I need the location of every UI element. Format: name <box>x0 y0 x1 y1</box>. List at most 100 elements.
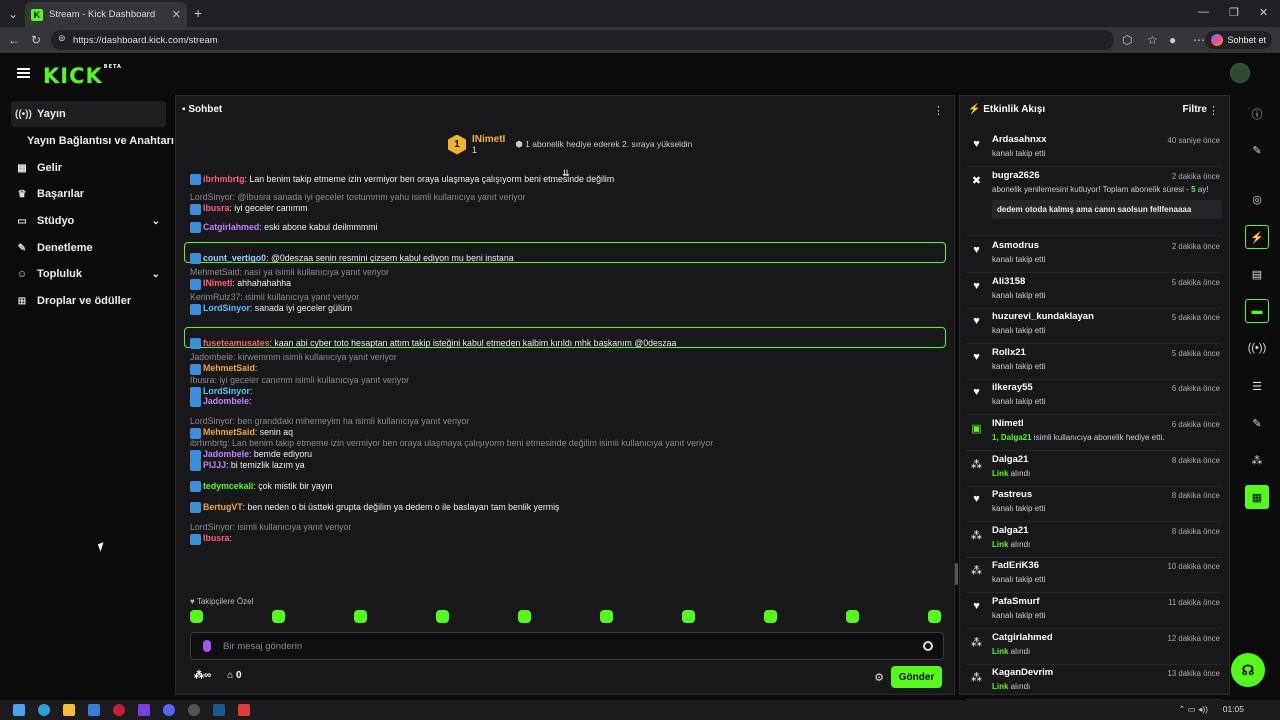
chat-username[interactable]: tedymcekali <box>203 481 253 491</box>
activity-item[interactable]: ⁂ Dalga21 8 dakika önce Link alındı <box>966 454 1222 487</box>
reply-context[interactable]: Jadombele: kirwemmm isimli kullanıcıya y… <box>190 352 397 362</box>
emoji-icon[interactable] <box>923 641 933 651</box>
opera-icon[interactable] <box>113 704 125 716</box>
info-icon[interactable]: ⓘ <box>1245 102 1269 126</box>
layout-icon[interactable]: ☰ <box>1245 374 1269 398</box>
maximize-icon[interactable]: ❐ <box>1229 6 1239 19</box>
emote-icon[interactable] <box>354 610 367 623</box>
tab-list-icon[interactable]: ⌄ <box>8 7 18 21</box>
activity-item[interactable]: ⁂ KaganDevrim 13 dakika önce Link alındı <box>966 667 1222 700</box>
chat-username[interactable]: Ibusra <box>203 533 229 543</box>
clapper-icon[interactable]: ▦ <box>1245 485 1269 509</box>
chat-username[interactable]: Jadombele <box>203 396 249 406</box>
pinned-username[interactable]: INimetI <box>472 134 505 145</box>
send-button[interactable]: Gönder <box>891 666 942 688</box>
reply-context[interactable]: LordSinyor: ben granddaki mihemeyim ha i… <box>190 416 469 426</box>
reply-context[interactable]: KerimRulz37: isimli kullanıcıya yanıt ve… <box>190 292 359 302</box>
chat-username[interactable]: LordSinyor <box>203 386 250 396</box>
activity-item[interactable]: ✖ bugra2626 2 dakika önce abonelik yenileme… <box>966 170 1222 236</box>
file-explorer-icon[interactable] <box>63 704 75 716</box>
activity-item[interactable]: ⁂ FadEriK36 10 dakika önce kanalı takip ett… <box>966 560 1222 593</box>
chat-username[interactable]: MehmetSaid <box>203 427 255 437</box>
activity-item[interactable]: ▣ INimetI 6 dakika önce 1, Dalga21 isimli k… <box>966 418 1222 451</box>
url-field[interactable]: ⊜ https://dashboard.kick.com/stream <box>51 30 1114 50</box>
emote-icon[interactable] <box>272 610 285 623</box>
chevron-down-icon[interactable]: ⌄ <box>152 269 160 280</box>
browser-tab[interactable]: K Stream - Kick Dashboard ✕ <box>25 2 187 27</box>
camera-icon[interactable]: ◎ <box>1245 187 1269 211</box>
chevron-down-icon[interactable]: ⌄ <box>152 216 160 227</box>
reply-context[interactable]: MehmetSaid: nası ya isimli kullanıcıya y… <box>190 267 389 277</box>
activity-item[interactable]: ♥ ilkeray55 6 dakika önce kanalı takip etti <box>966 382 1222 415</box>
filter-button[interactable]: Filtre <box>1183 104 1207 115</box>
chat-username[interactable]: MehmetSaid <box>203 363 255 373</box>
points-display[interactable]: ⌂ 0 <box>227 670 241 681</box>
chat-username[interactable]: Jadombele <box>203 449 249 459</box>
favorites-icon[interactable]: ☆ <box>1147 33 1158 47</box>
chat-username[interactable]: fuseteamusates <box>203 338 270 348</box>
sidebar-item-denetleme[interactable]: ✎ Denetleme <box>11 235 166 261</box>
moderation-icon[interactable]: ✎ <box>1245 411 1269 435</box>
emote-icon[interactable] <box>846 610 859 623</box>
emote-icon[interactable] <box>436 610 449 623</box>
extensions-icon[interactable]: ⬡ <box>1122 33 1132 47</box>
emote-icon[interactable] <box>600 610 613 623</box>
sidebar-item-basarilar[interactable]: ♛ Başarılar <box>11 181 166 207</box>
chat-username[interactable]: count_vertigo0 <box>203 253 266 263</box>
close-tab-icon[interactable]: ✕ <box>172 8 181 21</box>
system-tray-icon[interactable]: ⌃ ▭ ◂)) <box>1178 704 1208 715</box>
chat-username[interactable]: ibrhmbrtg <box>203 174 245 184</box>
emote-icon[interactable] <box>518 610 531 623</box>
activity-item[interactable]: ♥ Rollx21 5 dakika önce kanalı takip etti <box>966 347 1222 380</box>
chat-input[interactable]: Bir mesaj gönderin <box>190 632 944 660</box>
activity-item[interactable]: ⁂ Dalga21 8 dakika önce Link alındı <box>966 525 1222 558</box>
chat-username[interactable]: Catgirlahmed <box>203 222 259 232</box>
sidebar-item-topluluk[interactable]: ☺ Topluluk ⌄ <box>11 261 166 287</box>
app-icon[interactable] <box>238 704 250 716</box>
chat-username[interactable]: Ibusra <box>203 203 229 213</box>
broadcast-toggle-icon[interactable]: ((•)) <box>1245 336 1269 360</box>
new-tab-icon[interactable]: + <box>194 5 202 21</box>
copilot-button[interactable]: Sohbet et <box>1205 31 1272 49</box>
edit-icon[interactable]: ✎ <box>1245 138 1269 162</box>
activity-item[interactable]: ♥ Asmodrus 2 dakika önce kanalı takip etti <box>966 240 1222 273</box>
chat-menu-icon[interactable]: ⋮ <box>933 104 944 117</box>
reply-context[interactable]: LordSinyor: isimli kullanıcıya yanıt ver… <box>190 522 351 532</box>
sidebar-item-gelir[interactable]: ▦ Gelir <box>11 155 166 181</box>
activity-toggle-icon[interactable]: ⚡ <box>1245 225 1269 249</box>
edge-icon[interactable] <box>38 704 50 716</box>
activity-item[interactable]: ♥ Ardasahnxx 40 saniye önce kanalı takip et… <box>966 134 1222 167</box>
drops-icon[interactable]: ⁂ <box>1245 448 1269 472</box>
activity-item[interactable]: ♥ Ali3158 5 dakika önce kanalı takip etti <box>966 276 1222 309</box>
sidebar-item-stream-key[interactable]: Yayın Bağlantısı ve Anahtarı <box>11 128 175 154</box>
emote-icon[interactable] <box>764 610 777 623</box>
activity-item[interactable]: ♥ huzurevi_kundaklayan 5 dakika önce kanalı… <box>966 311 1222 344</box>
close-window-icon[interactable]: ✕ <box>1259 6 1268 19</box>
sidebar-item-droplar[interactable]: ⊞ Droplar ve ödüller <box>11 288 166 314</box>
sidebar-item-yayin[interactable]: ((•)) Yayın <box>11 101 166 127</box>
chat-username[interactable]: INimetI <box>203 278 232 288</box>
site-info-icon[interactable]: ⊜ <box>58 33 66 44</box>
steam-icon[interactable] <box>213 704 225 716</box>
kick-logo[interactable]: KICKBETA <box>43 64 122 88</box>
reply-context[interactable]: Ibusra: iyi geceler canımm isimli kullan… <box>190 375 409 385</box>
discord-icon[interactable] <box>163 704 175 716</box>
chat-settings-icon[interactable]: ⚙ <box>874 671 884 684</box>
support-chat-icon[interactable]: ☊ <box>1231 653 1265 687</box>
reload-icon[interactable]: ↻ <box>31 33 41 47</box>
sidebar-item-studyo[interactable]: ▭ Stüdyo ⌄ <box>11 208 166 234</box>
rewards-icon[interactable]: ⁂∞ <box>194 670 211 681</box>
user-avatar[interactable] <box>1230 63 1250 83</box>
activity-item[interactable]: ♥ PafaSmurf 11 dakika önce kanalı takip ett… <box>966 596 1222 629</box>
notes-icon[interactable]: ▤ <box>1245 262 1269 286</box>
chat-toggle-icon[interactable]: ▬ <box>1245 299 1269 323</box>
emote-icon[interactable] <box>190 610 203 623</box>
obs-icon[interactable] <box>188 704 200 716</box>
activity-menu-icon[interactable]: ⋮ <box>1208 104 1219 117</box>
chat-username[interactable]: BertugVT <box>203 502 243 512</box>
more-icon[interactable]: ⋯ <box>1193 33 1205 47</box>
vs-icon[interactable] <box>138 704 150 716</box>
microphone-icon[interactable] <box>203 640 211 652</box>
profile-icon[interactable]: ● <box>1169 33 1176 47</box>
store-app-icon[interactable] <box>88 704 100 716</box>
